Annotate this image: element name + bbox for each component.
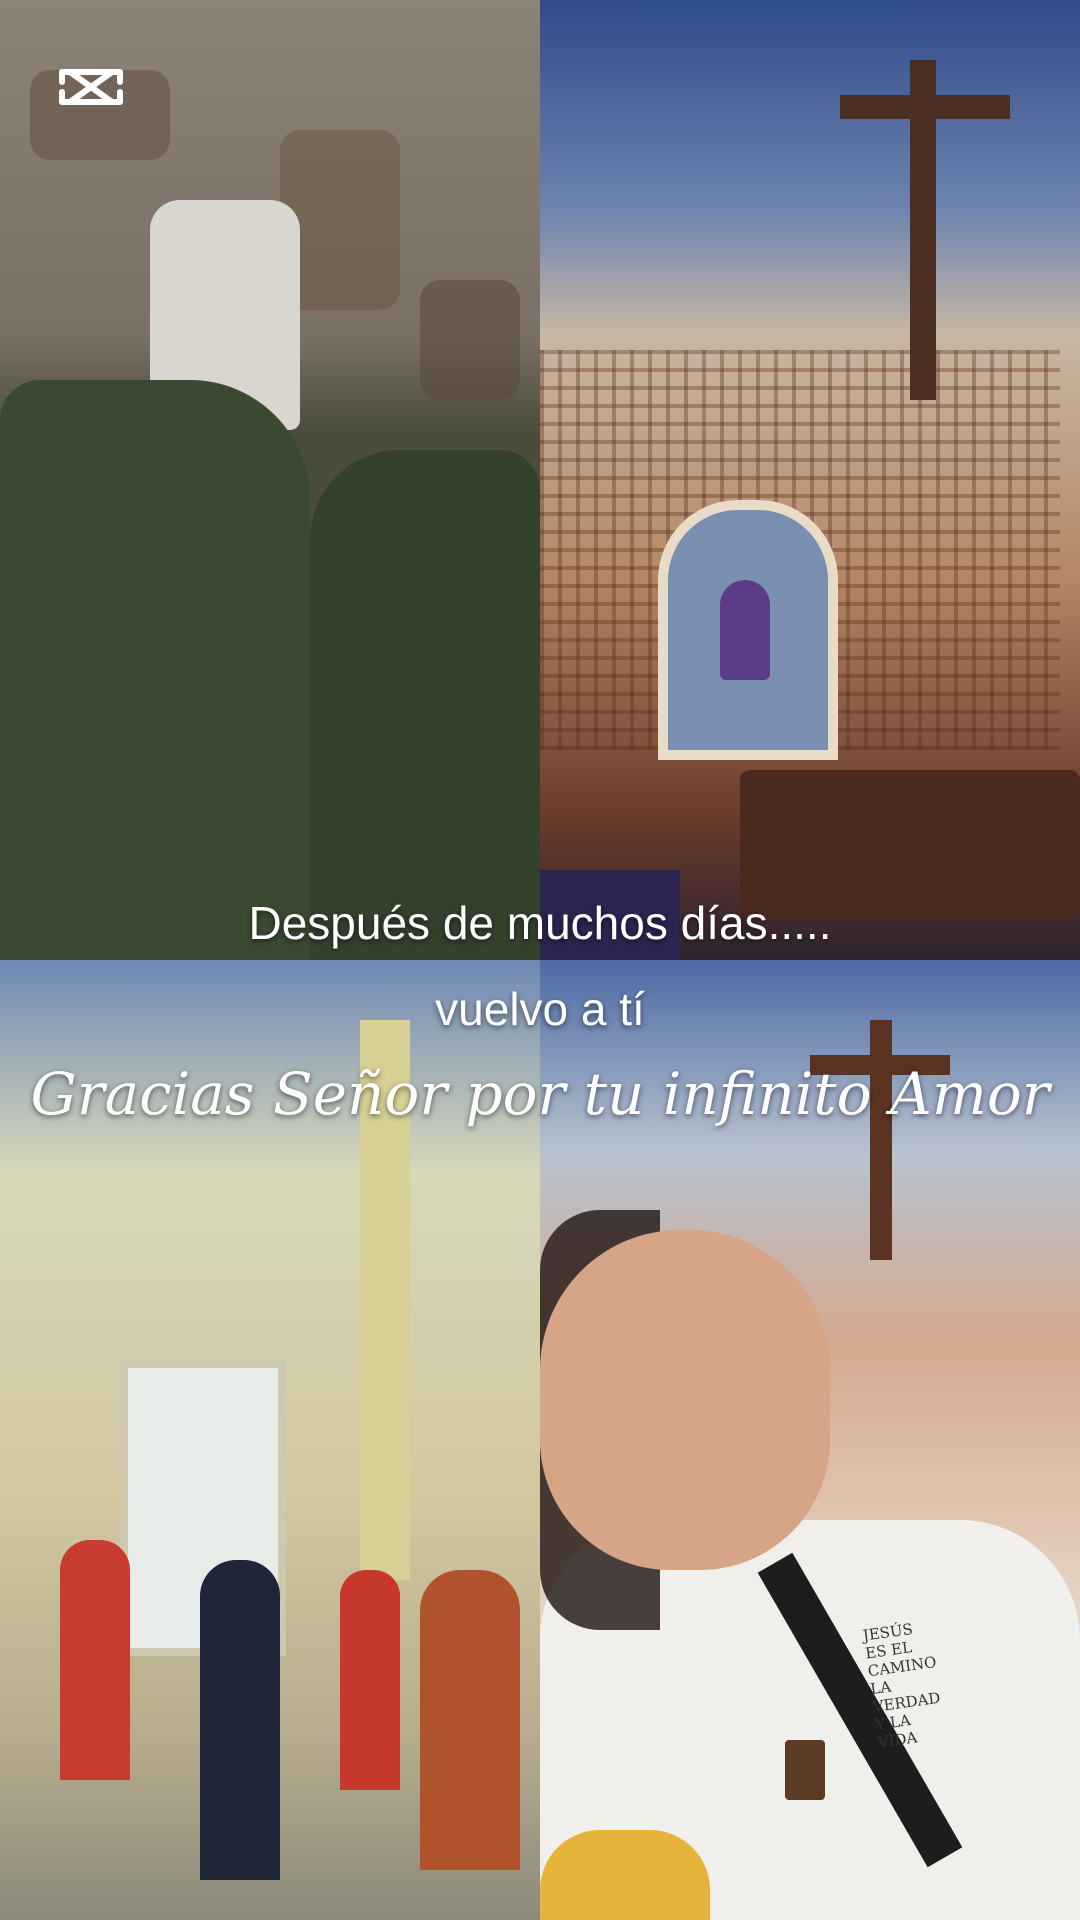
right-leg-pants: [310, 450, 540, 960]
shirt-print: JESÚS ES EL CAMINO LA VERDAD Y LA VIDA: [862, 1614, 969, 1752]
person-walking: [420, 1570, 520, 1870]
capcut-logo-icon: [59, 69, 123, 105]
caption-line-2: vuelvo a tí: [435, 983, 645, 1035]
floor-stone: [420, 280, 520, 400]
crucifix-arm: [840, 95, 1010, 119]
caption-line-1: Después de muchos días.....: [248, 897, 832, 949]
virgin-statue: [720, 580, 770, 680]
caption-line-3: Gracias Señor por tu infinito Amor: [30, 1060, 1050, 1128]
left-leg-pants: [0, 380, 310, 960]
acolyte: [60, 1540, 130, 1780]
photo-church-altar: [540, 0, 1080, 960]
person-walking: [200, 1560, 280, 1880]
photo-foot-cast: [0, 0, 540, 960]
wooden-cross-pendant: [785, 1740, 825, 1800]
yellow-object: [540, 1830, 710, 1920]
face: [540, 1230, 830, 1570]
acolyte: [340, 1570, 400, 1790]
